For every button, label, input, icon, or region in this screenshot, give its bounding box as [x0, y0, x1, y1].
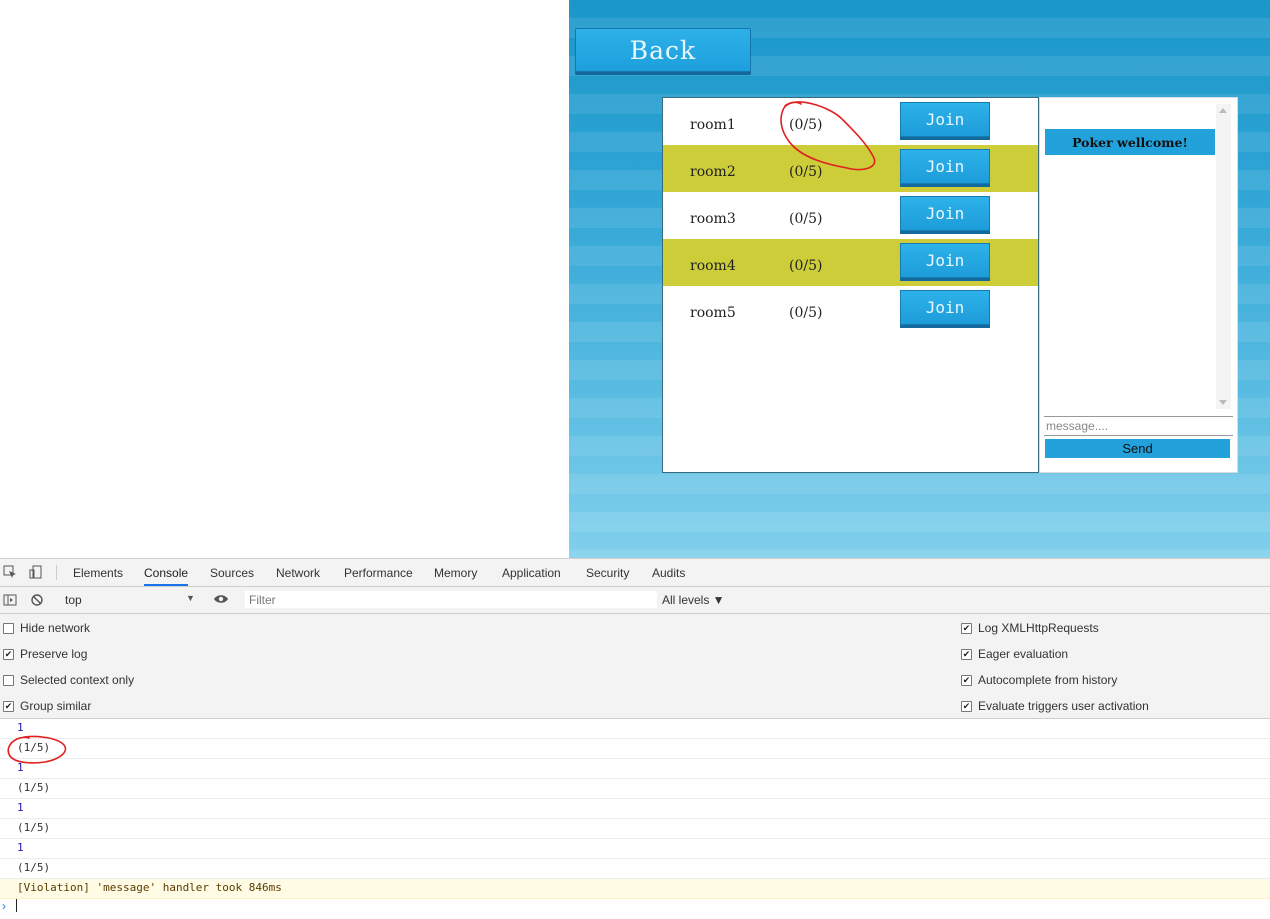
context-dropdown-arrow-icon[interactable]: ▼ [186, 593, 195, 603]
join-button[interactable]: Join [900, 243, 990, 278]
log-value: 1 [17, 841, 24, 854]
room-player-count: (0/5) [789, 117, 823, 133]
tab-security[interactable]: Security [586, 566, 629, 580]
text-caret [16, 899, 17, 912]
scroll-down-arrow-icon[interactable] [1219, 400, 1227, 405]
chat-welcome-message: Poker wellcome! [1045, 129, 1215, 155]
log-value: 1 [17, 801, 24, 814]
join-button[interactable]: Join [900, 196, 990, 231]
device-toolbar-icon[interactable] [29, 565, 43, 579]
chat-message-input[interactable] [1044, 416, 1233, 436]
setting-eager-evaluation[interactable]: ✔ Eager evaluation [961, 647, 1068, 661]
checkbox[interactable] [3, 622, 14, 634]
chat-panel: Poker wellcome! Send [1039, 97, 1238, 473]
room-row: room1 (0/5) Join [663, 98, 1038, 145]
setting-evaluate-triggers[interactable]: ✔ Evaluate triggers user activation [961, 699, 1149, 713]
setting-label: Eager evaluation [978, 647, 1069, 661]
violation-text: [Violation] 'message' handler took 846ms [17, 881, 282, 894]
log-levels-dropdown[interactable]: All levels ▼ [662, 593, 725, 607]
setting-label: Preserve log [20, 647, 88, 661]
room-row: room4 (0/5) Join [663, 239, 1038, 286]
context-selector[interactable]: top [65, 593, 82, 607]
back-button[interactable]: Back [575, 28, 751, 72]
room-name: room2 [690, 164, 736, 180]
checkbox-checked[interactable]: ✔ [961, 648, 972, 660]
console-log-line: 1 [0, 759, 1270, 779]
console-log-line: 1 [0, 719, 1270, 739]
setting-label: Autocomplete from history [978, 673, 1118, 687]
console-output: 1 (1/5) 1 (1/5) 1 (1/5) 1 (1/5) [Violati… [0, 719, 1270, 919]
room-name: room5 [690, 305, 736, 321]
console-prompt[interactable]: › [0, 897, 1270, 915]
checkbox-checked[interactable]: ✔ [3, 648, 14, 660]
console-sidebar-icon[interactable] [3, 593, 17, 607]
log-value: 1 [17, 761, 24, 774]
console-violation-line: [Violation] 'message' handler took 846ms [0, 879, 1270, 899]
setting-preserve-log[interactable]: ✔ Preserve log [3, 647, 87, 661]
game-canvas: Back room1 (0/5) Join room2 (0/5) Join r… [569, 0, 1270, 558]
chat-scrollbar[interactable] [1216, 104, 1231, 409]
toolbar-divider [56, 565, 57, 580]
room-name: room1 [690, 117, 736, 133]
room-player-count: (0/5) [789, 258, 823, 274]
setting-hide-network[interactable]: Hide network [3, 621, 90, 635]
join-button[interactable]: Join [900, 290, 990, 325]
tab-sources[interactable]: Sources [210, 566, 254, 580]
setting-autocomplete-history[interactable]: ✔ Autocomplete from history [961, 673, 1117, 687]
setting-label: Group similar [20, 699, 92, 713]
tab-performance[interactable]: Performance [344, 566, 413, 580]
room-player-count: (0/5) [789, 164, 823, 180]
checkbox-checked[interactable]: ✔ [961, 622, 972, 634]
join-button[interactable]: Join [900, 149, 990, 184]
room-row: room2 (0/5) Join [663, 145, 1038, 192]
console-log-line: (1/5) [0, 859, 1270, 879]
room-name: room4 [690, 258, 736, 274]
room-row: room5 (0/5) Join [663, 286, 1038, 333]
console-toolbar: top ▼ All levels ▼ [0, 587, 1270, 614]
live-expression-eye-icon[interactable] [213, 592, 229, 606]
console-filter-input[interactable] [245, 591, 657, 608]
console-log-line: (1/5) [0, 779, 1270, 799]
room-row: room3 (0/5) Join [663, 192, 1038, 239]
console-log-line: 1 [0, 799, 1270, 819]
room-name: room3 [690, 211, 736, 227]
log-value: (1/5) [17, 861, 51, 874]
tab-console[interactable]: Console [144, 566, 189, 586]
scroll-up-arrow-icon[interactable] [1219, 108, 1227, 113]
checkbox-checked[interactable]: ✔ [961, 674, 972, 686]
setting-selected-context-only[interactable]: Selected context only [3, 673, 134, 687]
console-settings: Hide network ✔ Preserve log Selected con… [0, 614, 1270, 719]
log-value: (1/5) [17, 781, 51, 794]
tab-elements[interactable]: Elements [73, 566, 123, 580]
console-log-line: (1/5) [0, 819, 1270, 839]
setting-label: Hide network [20, 621, 91, 635]
tab-application[interactable]: Application [502, 566, 561, 580]
setting-label: Evaluate triggers user activation [978, 699, 1149, 713]
setting-group-similar[interactable]: ✔ Group similar [3, 699, 91, 713]
checkbox[interactable] [3, 674, 14, 686]
devtools-tabbar: Elements Console Sources Network Perform… [0, 559, 1270, 587]
log-value: 1 [17, 721, 24, 734]
room-player-count: (0/5) [789, 211, 823, 227]
prompt-chevron-icon: › [2, 899, 6, 913]
devtools-panel: Elements Console Sources Network Perform… [0, 558, 1270, 919]
log-value: (1/5) [17, 741, 51, 754]
room-player-count: (0/5) [789, 305, 823, 321]
room-list: room1 (0/5) Join room2 (0/5) Join room3 … [662, 97, 1039, 473]
setting-label: Selected context only [20, 673, 135, 687]
setting-log-xmlhttprequests[interactable]: ✔ Log XMLHttpRequests [961, 621, 1099, 635]
join-button[interactable]: Join [900, 102, 990, 137]
clear-console-icon[interactable] [30, 593, 44, 607]
console-log-line: (1/5) [0, 739, 1270, 759]
console-log-line: 1 [0, 839, 1270, 859]
tab-memory[interactable]: Memory [434, 566, 477, 580]
tab-network[interactable]: Network [276, 566, 320, 580]
tab-audits[interactable]: Audits [652, 566, 685, 580]
setting-label: Log XMLHttpRequests [978, 621, 1099, 635]
send-button[interactable]: Send [1045, 439, 1230, 458]
log-value: (1/5) [17, 821, 51, 834]
checkbox-checked[interactable]: ✔ [3, 700, 14, 712]
inspect-element-icon[interactable] [3, 565, 17, 579]
checkbox-checked[interactable]: ✔ [961, 700, 972, 712]
